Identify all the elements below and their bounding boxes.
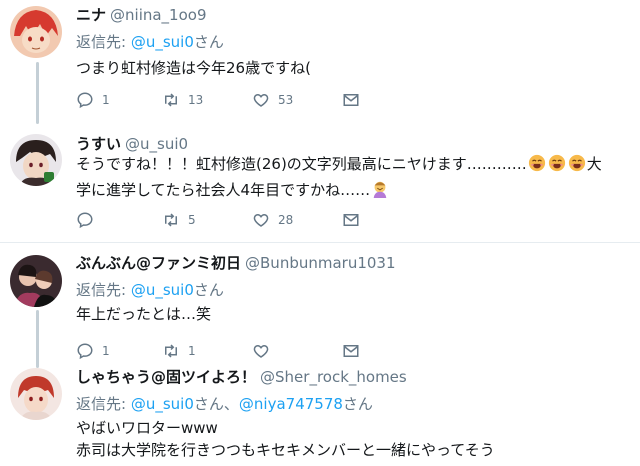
like-icon <box>253 344 269 358</box>
tweet-text: そうですね！！！虹村修造(26)の文字列最高にニヤけます………… 大 学に進学して… <box>76 151 636 203</box>
like-icon <box>253 93 269 107</box>
mention-link[interactable]: @u_sui0 <box>131 33 194 51</box>
reply-icon <box>77 92 93 109</box>
display-name[interactable]: しゃちゃう@固ツイよろ！ <box>76 368 256 386</box>
tweet[interactable]: しゃちゃう@固ツイよろ！ @Sher_rock_homes 返信先: @u_sui… <box>0 362 640 466</box>
reply-to-line: 返信先: @u_sui0さん <box>76 31 224 52</box>
display-name[interactable]: ニナ <box>76 6 106 24</box>
mention-link[interactable]: @niya747578 <box>239 395 343 413</box>
facepalm-emoji-icon <box>371 180 389 198</box>
reply-suffix: さん <box>193 33 224 51</box>
retweet-button[interactable]: 5 <box>162 210 196 230</box>
dm-button[interactable] <box>342 90 360 110</box>
retweet-icon <box>165 344 177 358</box>
dm-button[interactable] <box>342 210 360 230</box>
reply-prefix: 返信先: <box>76 33 127 51</box>
like-button[interactable] <box>252 341 278 361</box>
display-name[interactable]: ぶんぶん@ファンミ初日 <box>76 254 241 272</box>
tweet-text-line: 赤司は大学院を行きつつもキセキメンバーと一緒にやってそう <box>76 441 495 459</box>
grinning-emoji-icon <box>568 154 586 172</box>
tweet[interactable]: ニナ @niina_1oo9 返信先: @u_sui0さん つまり虹村修造は今年2… <box>0 0 640 124</box>
retweet-icon <box>165 213 177 227</box>
tweet-text-line: 年上だったとは…笑 <box>76 305 212 323</box>
grinning-emoji-icon <box>528 154 546 172</box>
reply-icon <box>77 212 93 229</box>
user-handle[interactable]: @niina_1oo9 <box>110 6 206 24</box>
dm-icon <box>343 214 359 226</box>
reply-suffix: さん <box>193 281 224 299</box>
reply-count: 1 <box>102 344 110 358</box>
avatar[interactable] <box>10 6 62 58</box>
like-icon <box>253 213 269 227</box>
avatar[interactable] <box>10 255 62 307</box>
reply-button[interactable]: 1 <box>76 341 110 361</box>
reply-button[interactable] <box>76 210 102 230</box>
reply-mid: さん、 <box>193 395 239 413</box>
reply-button[interactable]: 1 <box>76 90 110 110</box>
tweet[interactable]: うすい @u_sui0 そうですね！！！虹村修造(26)の文字列最高にニヤけます…… <box>0 124 640 242</box>
like-count: 28 <box>278 213 294 227</box>
user-handle[interactable]: @Bunbunmaru1031 <box>245 254 396 272</box>
like-button[interactable]: 28 <box>252 210 293 230</box>
like-count: 53 <box>278 93 294 107</box>
like-button[interactable]: 53 <box>252 90 293 110</box>
tweet-text: つまり虹村修造は今年26歳ですね( <box>76 55 636 81</box>
dm-icon <box>343 94 359 106</box>
tweet-text-line: つまり虹村修造は今年26歳ですね( <box>76 59 311 77</box>
tweet-text-line: やばいワロターwww <box>76 419 218 437</box>
retweet-button[interactable]: 1 <box>162 341 196 361</box>
retweet-count: 5 <box>188 213 196 227</box>
retweet-icon <box>165 93 177 107</box>
mention-link[interactable]: @u_sui0 <box>131 281 194 299</box>
user-handle[interactable]: @Sher_rock_homes <box>260 368 407 386</box>
retweet-count: 13 <box>188 93 204 107</box>
tweet-text-line: そうですね！！！虹村修造(26)の文字列最高にニヤけます………… <box>76 155 527 173</box>
tweet-text-line: 学に進学してたら社会人4年目ですかね…… <box>76 181 371 199</box>
avatar[interactable] <box>10 368 62 420</box>
mention-link[interactable]: @u_sui0 <box>131 395 194 413</box>
reply-suffix: さん <box>342 395 373 413</box>
grinning-emoji-icon <box>548 154 566 172</box>
reply-count: 1 <box>102 93 110 107</box>
reply-prefix: 返信先: <box>76 281 127 299</box>
dm-button[interactable] <box>342 341 360 361</box>
retweet-count: 1 <box>188 344 196 358</box>
retweet-button[interactable]: 13 <box>162 90 203 110</box>
reply-to-line: 返信先: @u_sui0さん、@niya747578さん <box>76 393 373 414</box>
tweet-text: 年上だったとは…笑 <box>76 301 636 327</box>
tweet-text: やばいワロターwww 赤司は大学院を行きつつもキセキメンバーと一緒にやってそう <box>76 417 636 461</box>
avatar[interactable] <box>10 134 62 186</box>
dm-icon <box>343 345 359 357</box>
reply-to-line: 返信先: @u_sui0さん <box>76 279 224 300</box>
reply-icon <box>77 343 93 360</box>
tweet[interactable]: ぶんぶん@ファンミ初日 @Bunbunmaru1031 返信先: @u_sui0さ… <box>0 243 640 365</box>
reply-prefix: 返信先: <box>76 395 127 413</box>
tweet-text-line: 大 <box>586 155 602 173</box>
